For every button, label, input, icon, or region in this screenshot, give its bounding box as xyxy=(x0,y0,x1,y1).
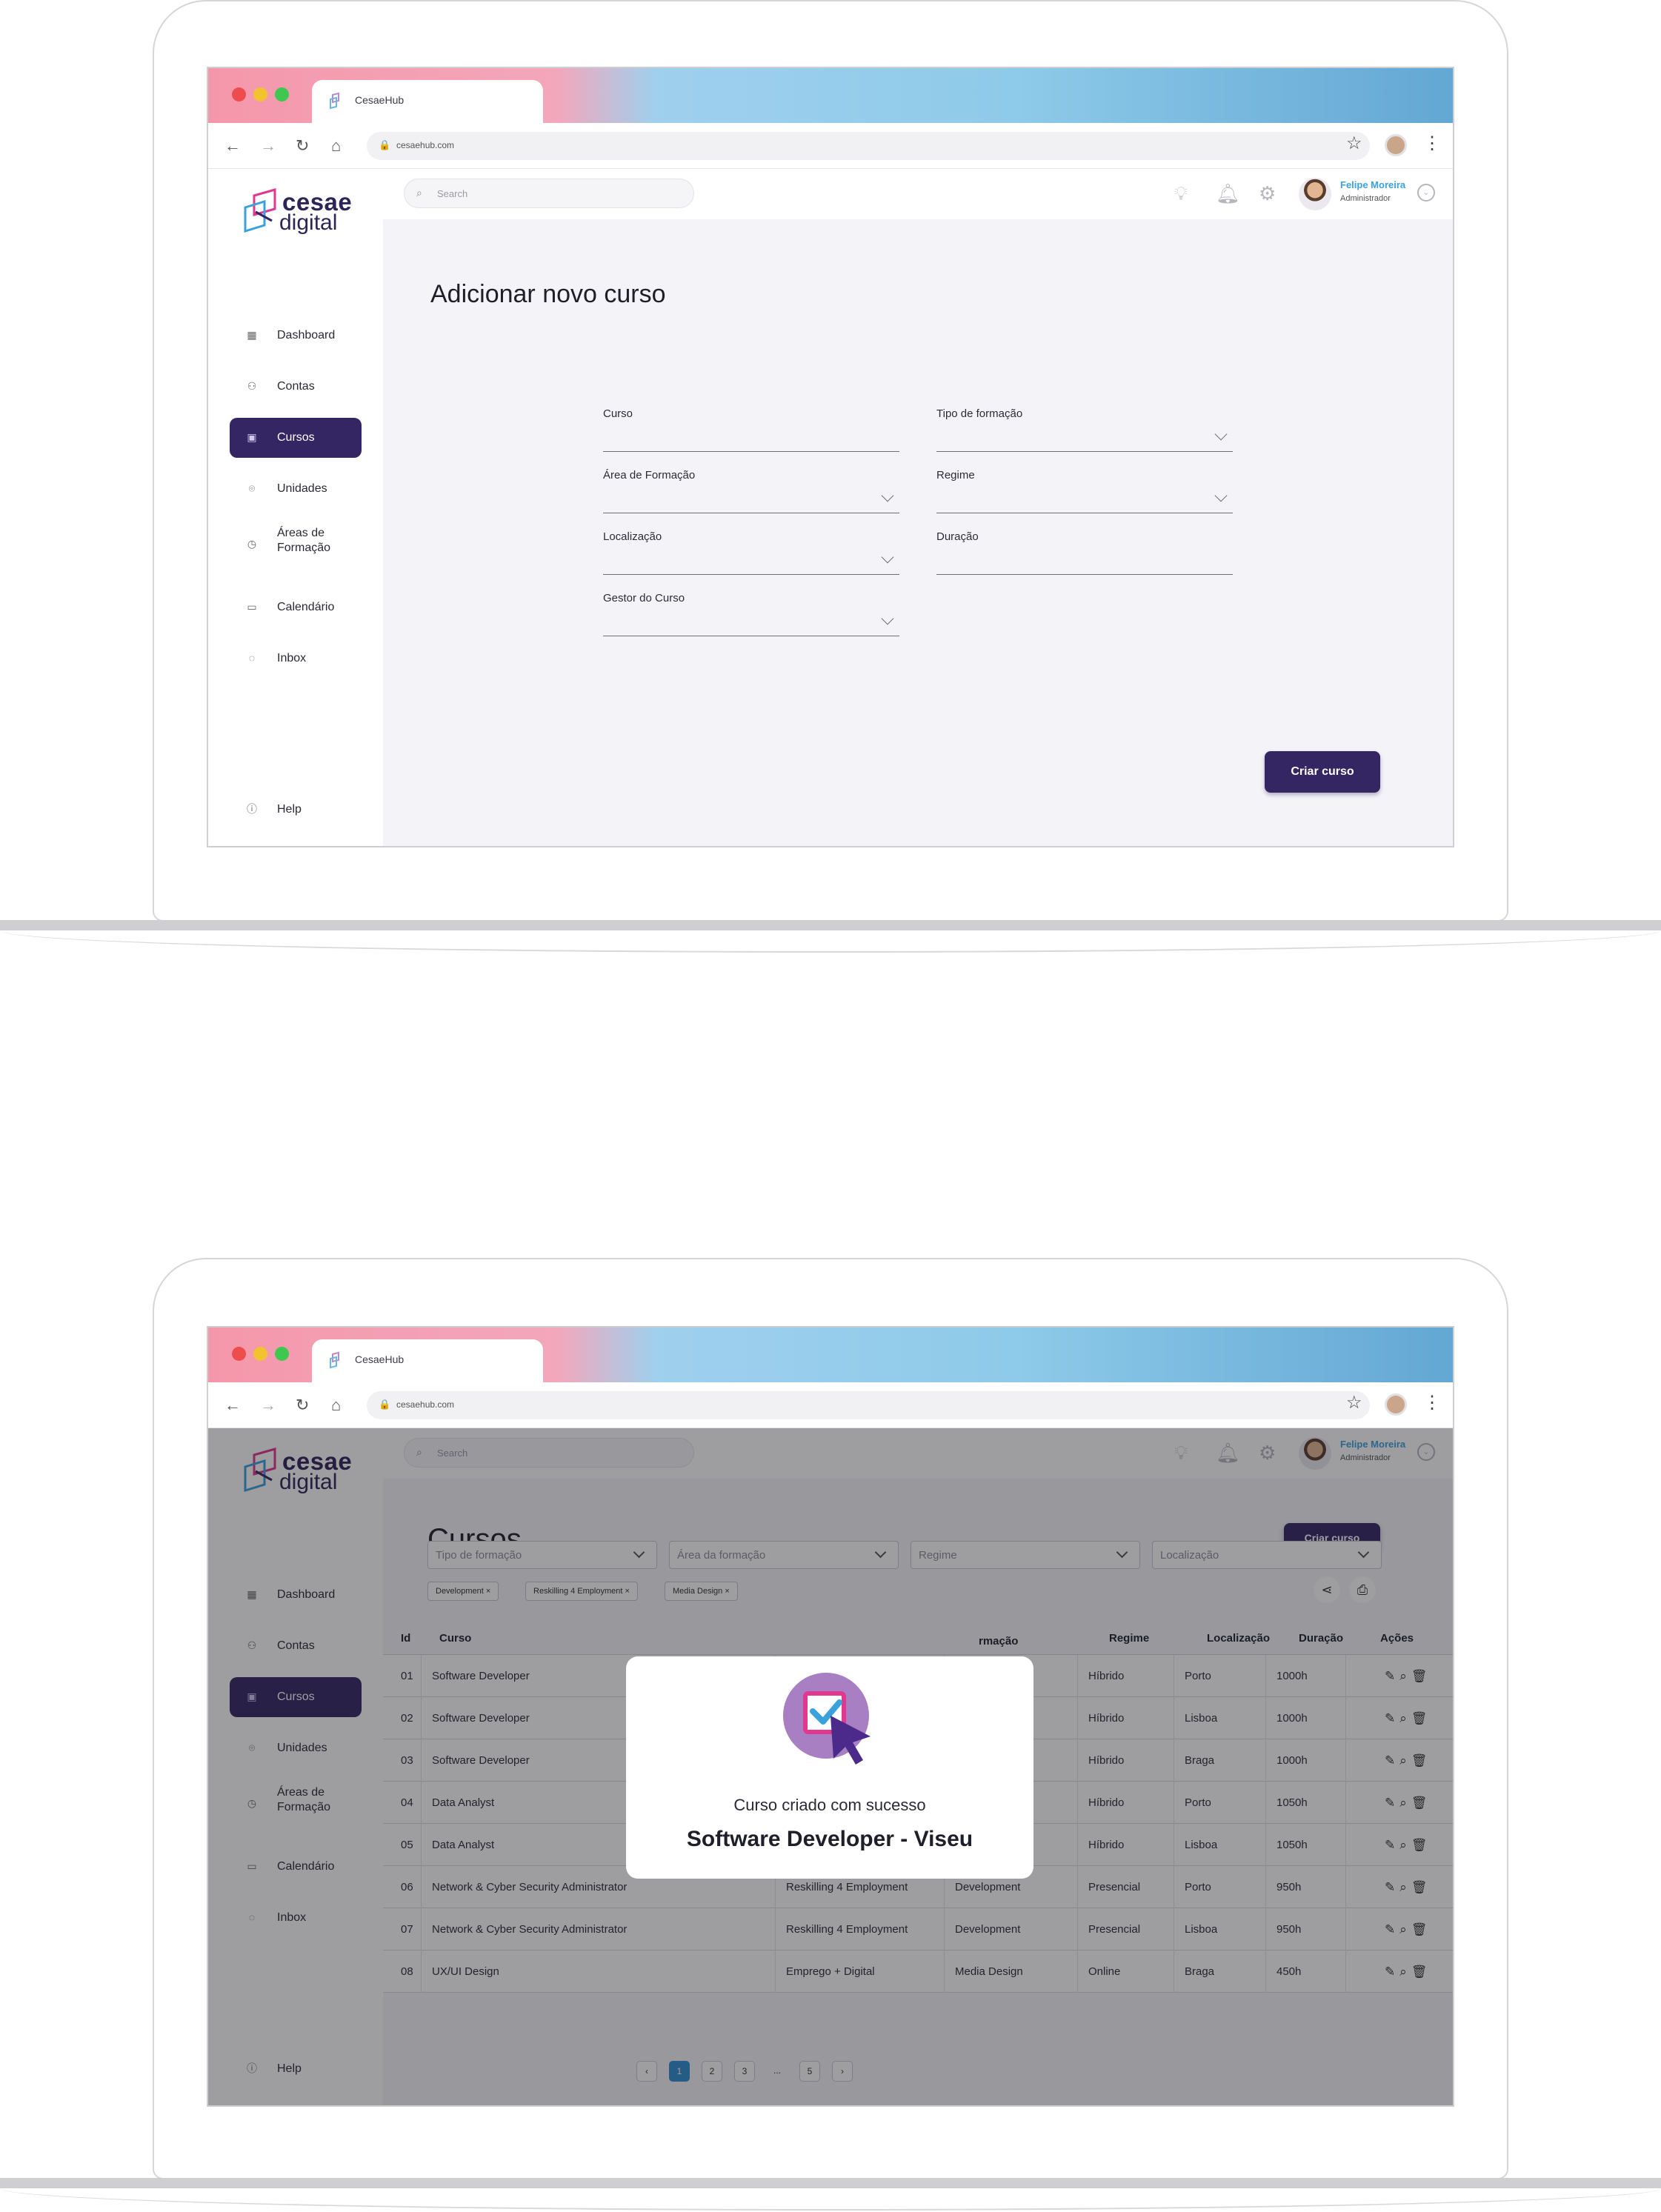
main-content: ⌕ Search 💡︎ 🔔︎ ⚙ Felipe Moreira Administr… xyxy=(383,169,1453,846)
sidebar-item-unidades[interactable]: ⌾ Unidades xyxy=(230,469,362,509)
calendar-icon: ▭ xyxy=(247,601,257,613)
forward-arrow-icon[interactable]: → xyxy=(260,135,276,157)
browser-profile-avatar[interactable] xyxy=(1385,134,1407,156)
gear-icon[interactable]: ⚙ xyxy=(1259,182,1276,204)
app-list: cesae digital ▦ Dashboard ⚇ Contas ▣ Cursos… xyxy=(208,1428,1453,2105)
chevron-down-icon xyxy=(881,612,894,625)
lightbulb-icon[interactable]: 💡︎ xyxy=(1174,182,1188,204)
sidebar: cesae digital ▦ Dashboard ⚇ Contas ▣ Cursos… xyxy=(208,169,383,846)
browser-tab[interactable]: CesaeHub xyxy=(312,80,543,123)
window-maximize-dot[interactable] xyxy=(275,1347,289,1361)
user-role: Administrador xyxy=(1340,194,1391,203)
reload-icon[interactable]: ↻ xyxy=(296,135,309,157)
topbar: ⌕ Search 💡︎ 🔔︎ ⚙ Felipe Moreira Administr… xyxy=(383,169,1453,219)
browser-menu-icon[interactable]: ⋮ xyxy=(1423,133,1441,154)
regime-select[interactable]: Regime xyxy=(936,469,1233,513)
cesae-digital-logo[interactable]: cesae digital xyxy=(242,187,353,239)
modal-title: Software Developer - Viseu xyxy=(686,1827,973,1851)
success-modal: Curso criado com sucesso Software Develo… xyxy=(626,1656,1033,1879)
sidebar-item-inbox[interactable]: ◌ Inbox xyxy=(230,639,362,679)
chevron-down-icon xyxy=(1214,427,1228,441)
url-field[interactable]: 🔒 cesaehub.com xyxy=(367,1391,1370,1419)
browser-tab[interactable]: CesaeHub xyxy=(312,1339,543,1382)
window-close-dot[interactable] xyxy=(232,1347,246,1361)
screen-list: CesaeHub ← → ↻ ⌂ 🔒 cesaehub.com ☆ ⋮ cesa… xyxy=(207,1326,1454,2107)
reload-icon[interactable]: ↻ xyxy=(296,1394,309,1416)
chat-bubble-icon: ◌ xyxy=(248,652,256,664)
window-minimize-dot[interactable] xyxy=(253,87,267,101)
browser-tab-strip: CesaeHub xyxy=(208,68,1453,123)
browser-menu-icon[interactable]: ⋮ xyxy=(1423,1393,1441,1413)
window-maximize-dot[interactable] xyxy=(275,87,289,101)
help-icon: ⓘ xyxy=(247,803,257,815)
window-minimize-dot[interactable] xyxy=(253,1347,267,1361)
search-icon: ⌕ xyxy=(416,187,422,199)
duracao-field[interactable]: Duração xyxy=(936,530,1233,575)
window-close-dot[interactable] xyxy=(232,87,246,101)
lock-icon: 🔒 xyxy=(379,1399,391,1410)
laptop-base-top xyxy=(0,920,1661,954)
logo-text-digital: digital xyxy=(279,210,338,235)
gestor-curso-select[interactable]: Gestor do Curso xyxy=(603,592,899,636)
user-avatar[interactable] xyxy=(1299,178,1331,210)
sidebar-item-areas[interactable]: ◷ Áreas de Formação xyxy=(230,520,362,567)
chevron-down-icon xyxy=(881,489,894,502)
localizacao-select[interactable]: Localização xyxy=(603,530,899,575)
curso-field[interactable]: Curso xyxy=(603,407,899,452)
address-bar-row: ← → ↻ ⌂ 🔒 cesaehub.com ☆ ⋮ xyxy=(208,123,1453,169)
modal-subtitle: Curso criado com sucesso xyxy=(733,1796,926,1814)
url-field[interactable]: 🔒 cesaehub.com xyxy=(367,132,1370,160)
bell-icon[interactable]: 🔔︎ xyxy=(1216,182,1240,204)
page-title: Adicionar novo curso xyxy=(430,280,666,308)
browser-tab-strip: CesaeHub xyxy=(208,1327,1453,1382)
home-icon[interactable]: ⌂ xyxy=(331,1394,341,1416)
forward-arrow-icon[interactable]: → xyxy=(260,1394,276,1416)
area-formacao-select[interactable]: Área de Formação xyxy=(603,469,899,513)
bookmark-star-icon[interactable]: ☆ xyxy=(1346,1393,1362,1413)
lock-icon: 🔒 xyxy=(379,139,391,150)
browser-profile-avatar[interactable] xyxy=(1385,1393,1407,1416)
home-icon[interactable]: ⌂ xyxy=(331,135,341,157)
user-name: Felipe Moreira xyxy=(1340,179,1406,190)
sidebar-item-contas[interactable]: ⚇ Contas xyxy=(230,367,362,407)
bookmark-star-icon[interactable]: ☆ xyxy=(1346,134,1362,153)
app-form: cesae digital ▦ Dashboard ⚇ Contas ▣ Cursos… xyxy=(208,169,1453,846)
sidebar-item-dashboard[interactable]: ▦ Dashboard xyxy=(230,316,362,356)
back-arrow-icon[interactable]: ← xyxy=(224,135,241,157)
tipo-formacao-select[interactable]: Tipo de formação xyxy=(936,407,1233,452)
clock-icon: ◷ xyxy=(247,538,257,550)
back-arrow-icon[interactable]: ← xyxy=(224,1394,241,1416)
url-text: cesaehub.com xyxy=(396,140,455,150)
address-bar-row: ← → ↻ ⌂ 🔒 cesaehub.com ☆ ⋮ xyxy=(208,1382,1453,1428)
sidebar-item-cursos[interactable]: ▣ Cursos xyxy=(230,418,362,458)
criar-curso-button[interactable]: Criar curso xyxy=(1265,751,1380,793)
search-input[interactable]: ⌕ Search xyxy=(404,179,694,208)
screen-form: CesaeHub ← → ↻ ⌂ 🔒 cesaehub.com ☆ ⋮ cesa… xyxy=(207,67,1454,847)
course-icon: ▣ xyxy=(247,431,257,443)
success-check-cursor-icon xyxy=(783,1673,871,1765)
location-pin-icon: ⌾ xyxy=(248,482,256,494)
logo-mark-icon xyxy=(244,188,276,233)
laptop-base-bottom xyxy=(0,2178,1661,2212)
users-icon: ⚇ xyxy=(247,380,257,392)
chevron-down-icon[interactable]: ⌄ xyxy=(1417,184,1435,201)
sidebar-item-calendario[interactable]: ▭ Calendário xyxy=(230,587,362,627)
grid-icon: ▦ xyxy=(247,329,257,341)
tab-title: CesaeHub xyxy=(355,1353,405,1365)
cesae-favicon-icon xyxy=(330,92,339,110)
chevron-down-icon xyxy=(1214,489,1228,502)
chevron-down-icon xyxy=(881,550,894,564)
sidebar-item-help[interactable]: ⓘ Help xyxy=(230,790,362,830)
cesae-favicon-icon xyxy=(330,1351,339,1369)
tab-title: CesaeHub xyxy=(355,94,405,106)
url-text: cesaehub.com xyxy=(396,1399,455,1410)
